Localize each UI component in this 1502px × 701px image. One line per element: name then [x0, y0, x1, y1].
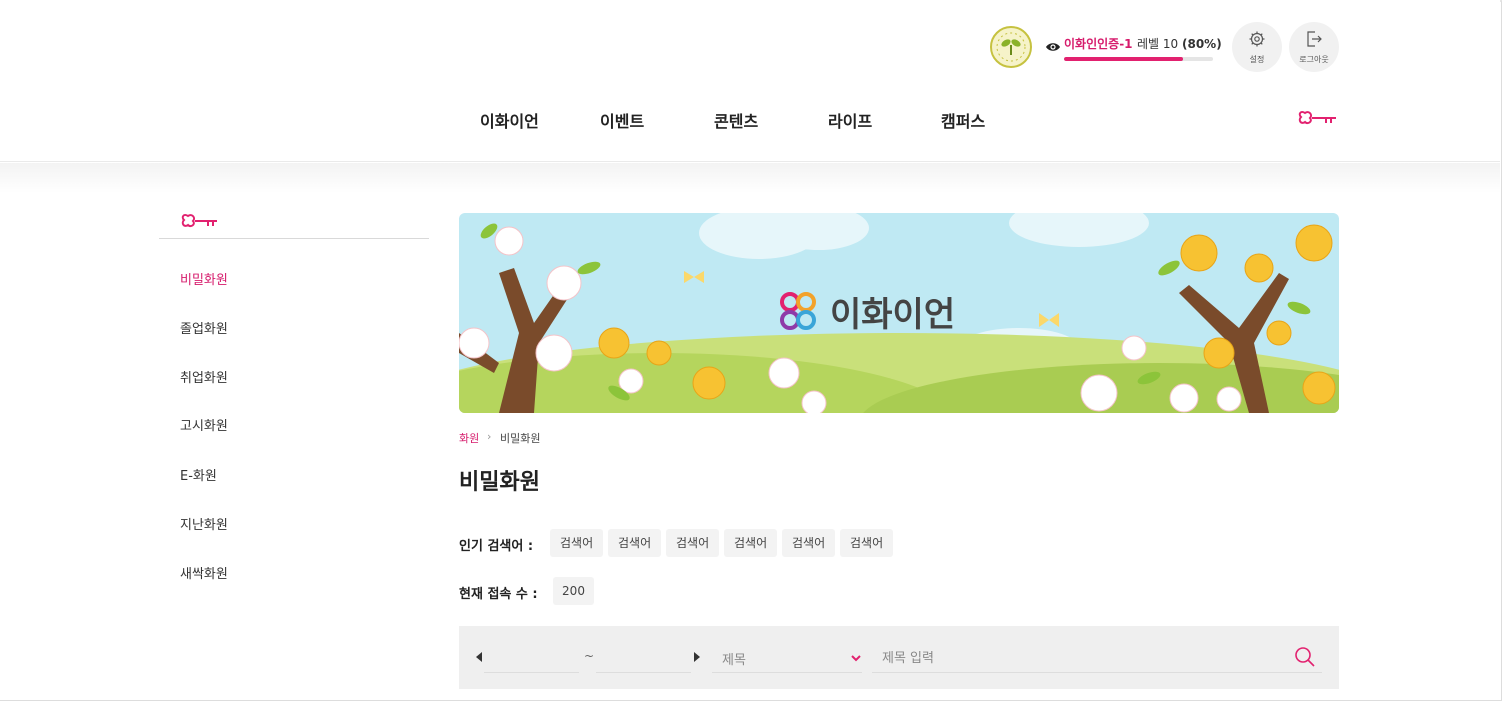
nav-item-event[interactable]: 이벤트	[600, 108, 644, 132]
settings-label: 설정	[1249, 55, 1265, 64]
page-title: 비밀화원	[459, 470, 540, 495]
date-range-tilde: ~	[584, 649, 595, 663]
level-progress-bar	[1064, 57, 1213, 61]
level-percent: (80%)	[1182, 37, 1222, 51]
ewha-key-icon[interactable]	[1298, 109, 1338, 129]
next-date-arrow-icon[interactable]	[692, 651, 702, 663]
user-name: 이화인인증-1	[1064, 37, 1133, 51]
ewhaian-banner-logo: 이화이언	[780, 292, 955, 335]
online-count: 200	[553, 577, 594, 605]
logout-label: 로그아웃	[1299, 55, 1329, 64]
online-count-label: 현재 접속 수 :	[459, 587, 538, 602]
popular-tag[interactable]: 검색어	[550, 529, 604, 557]
end-date-field[interactable]	[596, 645, 691, 673]
level-text: 레벨 10 (80%)	[1137, 35, 1222, 52]
logout-icon	[1307, 31, 1322, 47]
sidebar-item-secret-garden[interactable]: 비밀화원	[180, 269, 228, 288]
search-input[interactable]	[872, 645, 1322, 673]
popular-tag[interactable]: 검색어	[724, 529, 778, 557]
start-date-field[interactable]	[484, 645, 579, 673]
prev-date-arrow-icon[interactable]	[474, 651, 484, 663]
sidebar-item-sprout-garden[interactable]: 새싹화원	[180, 563, 228, 582]
popular-tag[interactable]: 검색어	[840, 529, 894, 557]
sidebar-item-exam-garden[interactable]: 고시화원	[180, 415, 228, 434]
search-type-select[interactable]: 제목	[712, 645, 862, 673]
nav-item-contents[interactable]: 콘텐츠	[714, 108, 758, 132]
eye-icon	[1046, 43, 1060, 51]
nav-item-life[interactable]: 라이프	[828, 108, 872, 132]
site-header: 이화인인증-1 레벨 10 (80%) 설정 로그아웃 이화이언 이벤트 콘텐츠…	[0, 0, 1500, 162]
breadcrumb-home[interactable]: 화원	[459, 430, 479, 446]
header-shadow-band	[0, 163, 1500, 193]
sprout-icon	[996, 32, 1026, 62]
sidebar-key-icon	[181, 213, 217, 228]
breadcrumb-current: 비밀화원	[500, 432, 541, 445]
popular-search-label: 인기 검색어 :	[459, 539, 534, 554]
level-label: 레벨 10	[1137, 37, 1179, 51]
search-type-value: 제목	[722, 653, 746, 668]
nav-item-campus[interactable]: 캠퍼스	[941, 108, 985, 132]
banner-logo-text: 이화이언	[830, 295, 955, 335]
logout-button[interactable]: 로그아웃	[1289, 22, 1339, 72]
search-icon[interactable]	[1294, 646, 1316, 668]
chevron-down-icon	[851, 655, 861, 662]
sidebar-item-job-garden[interactable]: 취업화원	[180, 367, 228, 386]
nav-item-ewhaian[interactable]: 이화이언	[480, 108, 539, 132]
sidebar-divider	[159, 238, 429, 239]
popular-tag[interactable]: 검색어	[608, 529, 662, 557]
popular-tag[interactable]: 검색어	[782, 529, 836, 557]
sidebar-item-graduate-garden[interactable]: 졸업화원	[180, 318, 228, 337]
level-progress-fill	[1064, 57, 1184, 61]
popular-tag[interactable]: 검색어	[666, 529, 720, 557]
sidebar-item-e-garden[interactable]: E-화원	[180, 465, 217, 484]
sidebar-item-past-garden[interactable]: 지난화원	[180, 514, 228, 533]
breadcrumb-separator: ›	[487, 430, 492, 443]
avatar[interactable]	[990, 26, 1032, 68]
settings-button[interactable]: 설정	[1232, 22, 1282, 72]
gear-icon	[1249, 31, 1265, 47]
